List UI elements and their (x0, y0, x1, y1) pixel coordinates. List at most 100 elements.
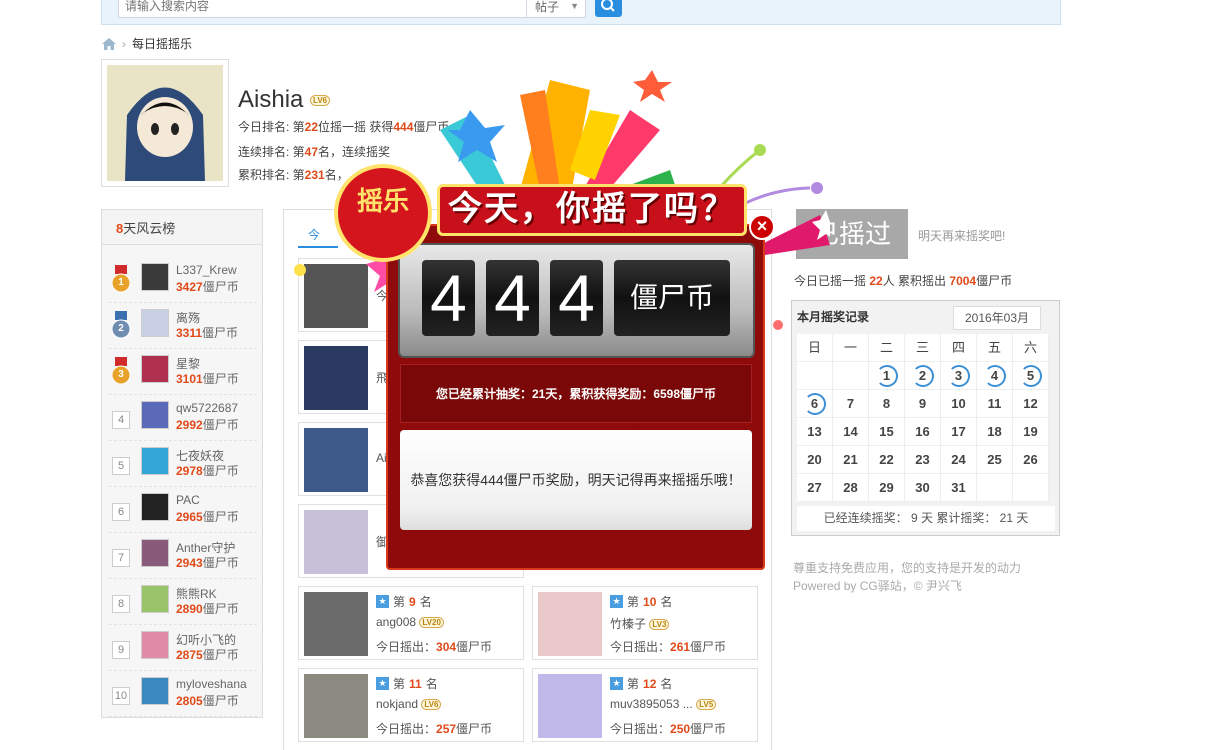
counter-digit: 4 (422, 260, 475, 336)
calendar-day[interactable]: 15 (869, 418, 905, 446)
search-input[interactable] (118, 0, 528, 18)
leaderboard-row[interactable]: 10 myloveshana 2805僵尸币 (109, 671, 257, 717)
card-thumbnail[interactable] (304, 346, 368, 410)
today-summary-total: 7004 (949, 274, 977, 288)
home-icon[interactable] (102, 37, 116, 50)
calendar-day[interactable]: 7 (833, 390, 869, 418)
leaderboard-user-name[interactable]: qw5722687 (176, 401, 238, 415)
card-thumbnail[interactable] (538, 674, 602, 738)
rank-card[interactable]: ★ 第 11 名 nokjand LV6 今日摇出：257僵尸币 (298, 668, 524, 742)
card-thumbnail[interactable] (304, 510, 368, 574)
leaderboard-user-name[interactable]: myloveshana (176, 677, 247, 691)
today-summary-count: 22 (869, 274, 883, 288)
leaderboard-user-name[interactable]: L337_Krew (176, 263, 237, 277)
leaderboard-user-name[interactable]: PAC (176, 493, 200, 507)
streak-rank-value: 47 (304, 145, 319, 159)
calendar-day-number: 17 (951, 424, 966, 439)
calendar-day[interactable]: 22 (869, 446, 905, 474)
calendar-day[interactable]: 3 (941, 362, 977, 390)
calendar-day[interactable]: 21 (833, 446, 869, 474)
card-thumbnail[interactable] (304, 674, 368, 738)
card-today-score: 今日摇出：304僵尸币 (376, 640, 493, 654)
calendar-day[interactable]: 9 (905, 390, 941, 418)
user-thumbnail[interactable] (141, 309, 169, 337)
user-thumbnail[interactable] (141, 493, 169, 521)
calendar-day[interactable]: 10 (941, 390, 977, 418)
shake-seal-logo: 摇乐 (334, 164, 432, 262)
calendar-day[interactable]: 16 (905, 418, 941, 446)
calendar-day[interactable]: 13 (797, 418, 833, 446)
calendar-day[interactable]: 26 (1013, 446, 1049, 474)
calendar-day[interactable]: 29 (869, 474, 905, 502)
leaderboard-row[interactable]: 6 PAC 2965僵尸币 (109, 487, 257, 533)
leaderboard-row[interactable]: 4 qw5722687 2992僵尸币 (109, 395, 257, 441)
leaderboard-row[interactable]: 7 Anther守护 2943僵尸币 (109, 533, 257, 579)
calendar-day[interactable]: 1 (869, 362, 905, 390)
calendar-day[interactable]: 2 (905, 362, 941, 390)
already-shaken-button[interactable]: 已摇过 (796, 209, 908, 259)
calendar-day[interactable]: 14 (833, 418, 869, 446)
rank-card[interactable]: ★ 第 10 名竹榛子 LV3 今日摇出：261僵尸币 (532, 586, 758, 660)
calendar-day[interactable]: 31 (941, 474, 977, 502)
calendar-day[interactable]: 18 (977, 418, 1013, 446)
rank-number: 7 (112, 549, 130, 567)
user-thumbnail[interactable] (141, 677, 169, 705)
user-thumbnail[interactable] (141, 539, 169, 567)
card-thumbnail[interactable] (304, 264, 368, 328)
calendar-month-select[interactable]: 2016年03月 (953, 306, 1041, 330)
calendar-day[interactable]: 19 (1013, 418, 1049, 446)
user-thumbnail[interactable] (141, 585, 169, 613)
user-thumbnail[interactable] (141, 447, 169, 475)
search-type-select[interactable]: 帖子 ▼ (526, 0, 586, 18)
user-thumbnail[interactable] (141, 263, 169, 291)
calendar-day-number: 4 (990, 368, 999, 383)
calendar-day[interactable]: 5 (1013, 362, 1049, 390)
calendar-day[interactable]: 24 (941, 446, 977, 474)
calendar-footer: 已经连续摇奖： 9 天 累计摇奖： 21 天 (797, 506, 1055, 531)
card-user-name[interactable]: ang008 LV20 (376, 615, 444, 629)
calendar-day[interactable]: 11 (977, 390, 1013, 418)
leaderboard-row[interactable]: 8 熊熊RK 2890僵尸币 (109, 579, 257, 625)
card-thumbnail[interactable] (304, 592, 368, 656)
leaderboard-row[interactable]: 1 L337_Krew 3427僵尸币 (109, 257, 257, 303)
user-thumbnail[interactable] (141, 631, 169, 659)
calendar-day[interactable]: 12 (1013, 390, 1049, 418)
today-rank-mid: 位摇一摇 获得 (318, 120, 394, 134)
calendar-day[interactable]: 25 (977, 446, 1013, 474)
leaderboard-row[interactable]: 5 七夜妖夜 2978僵尸币 (109, 441, 257, 487)
leaderboard-row[interactable]: 2 离殇 3311僵尸币 (109, 303, 257, 349)
user-avatar[interactable] (101, 59, 229, 187)
calendar-day[interactable]: 8 (869, 390, 905, 418)
user-thumbnail[interactable] (141, 355, 169, 383)
user-thumbnail[interactable] (141, 401, 169, 429)
calendar-day[interactable]: 23 (905, 446, 941, 474)
search-button[interactable] (595, 0, 622, 17)
tab-today[interactable]: 今 (298, 218, 338, 248)
total-rank-prefix: 累积排名: 第 (238, 168, 305, 182)
calendar-day-number: 1 (882, 368, 891, 383)
leaderboard-row[interactable]: 3 星黎 3101僵尸币 (109, 349, 257, 395)
card-user-name[interactable]: muv3895053 ... LV5 (610, 697, 717, 711)
search-type-label: 帖子 (535, 0, 560, 14)
card-user-name[interactable]: 竹榛子 LV3 (610, 615, 670, 632)
leaderboard-score: 3311僵尸币 (176, 326, 239, 340)
star-icon: ★ (610, 677, 623, 690)
card-user-name[interactable]: nokjand LV6 (376, 697, 442, 711)
rank-card[interactable]: ★ 第 9 名 ang008 LV20 今日摇出：304僵尸币 (298, 586, 524, 660)
calendar-day[interactable]: 17 (941, 418, 977, 446)
calendar-day[interactable]: 20 (797, 446, 833, 474)
calendar-day[interactable]: 30 (905, 474, 941, 502)
calendar-day[interactable]: 6 (797, 390, 833, 418)
calendar-day[interactable]: 28 (833, 474, 869, 502)
rank-card[interactable]: ★ 第 12 名 muv3895053 ... LV5 今日摇出：250僵尸币 (532, 668, 758, 742)
search-icon (601, 0, 615, 12)
calendar-day[interactable]: 27 (797, 474, 833, 502)
card-thumbnail[interactable] (304, 428, 368, 492)
close-button[interactable]: × (749, 214, 775, 240)
card-thumbnail[interactable] (538, 592, 602, 656)
leaderboard-row[interactable]: 9 幻听小飞的 2875僵尸币 (109, 625, 257, 671)
calendar-day-number: 5 (1026, 368, 1035, 383)
rank-number: 3 (118, 369, 124, 380)
calendar-day (833, 362, 869, 390)
calendar-day[interactable]: 4 (977, 362, 1013, 390)
